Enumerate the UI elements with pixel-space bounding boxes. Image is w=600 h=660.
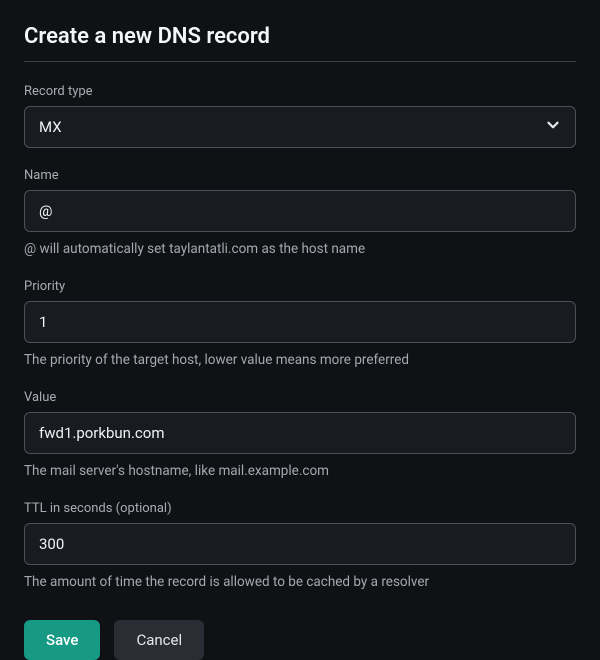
field-priority: Priority The priority of the target host…: [24, 279, 576, 370]
priority-input[interactable]: [24, 301, 576, 343]
field-name: Name @ will automatically set taylantatl…: [24, 168, 576, 259]
record-type-select[interactable]: MX: [24, 106, 576, 148]
cancel-button[interactable]: Cancel: [114, 620, 204, 660]
value-help: The mail server's hostname, like mail.ex…: [24, 462, 576, 481]
page-title: Create a new DNS record: [24, 24, 576, 49]
ttl-input[interactable]: [24, 523, 576, 565]
record-type-select-wrap: MX: [24, 106, 576, 148]
priority-label: Priority: [24, 279, 576, 294]
value-input[interactable]: [24, 412, 576, 454]
name-help: @ will automatically set taylantatli.com…: [24, 240, 576, 259]
ttl-label: TTL in seconds (optional): [24, 501, 576, 516]
value-label: Value: [24, 390, 576, 405]
record-type-label: Record type: [24, 84, 576, 99]
name-input[interactable]: [24, 190, 576, 232]
field-ttl: TTL in seconds (optional) The amount of …: [24, 501, 576, 592]
field-value: Value The mail server's hostname, like m…: [24, 390, 576, 481]
ttl-help: The amount of time the record is allowed…: [24, 573, 576, 592]
save-button[interactable]: Save: [24, 620, 100, 660]
name-label: Name: [24, 168, 576, 183]
priority-help: The priority of the target host, lower v…: [24, 351, 576, 370]
actions-row: Save Cancel: [24, 620, 576, 660]
field-record-type: Record type MX: [24, 84, 576, 148]
title-divider: [24, 61, 576, 62]
